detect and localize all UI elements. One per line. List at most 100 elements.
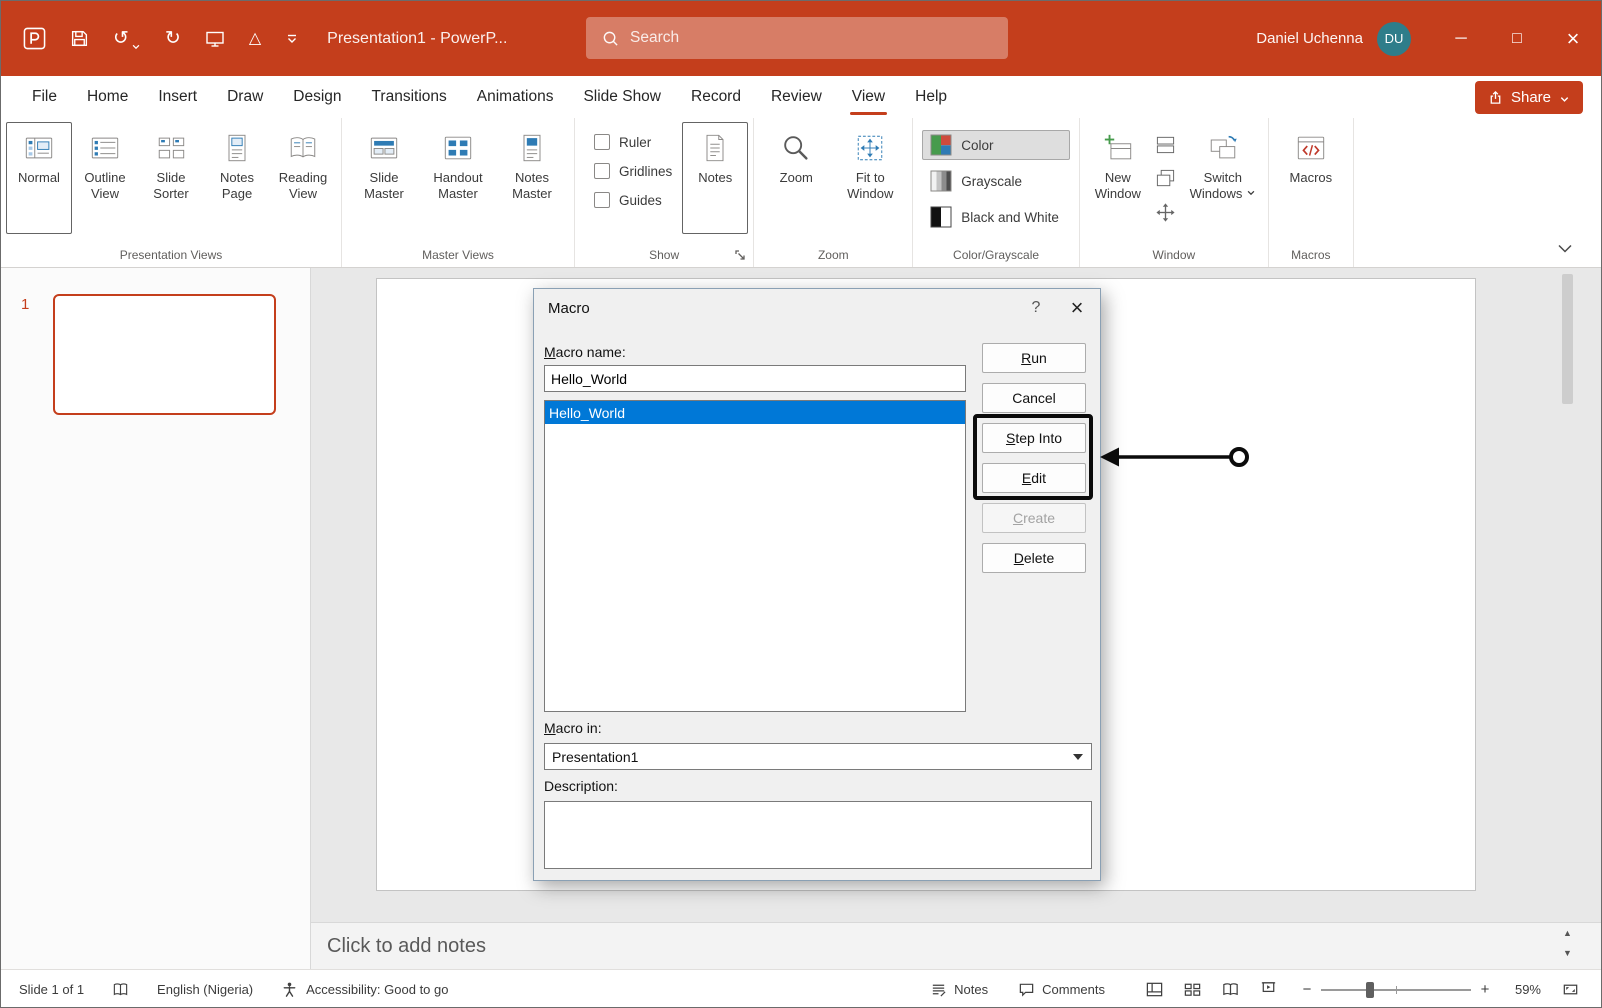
move-split-icon[interactable] — [1154, 200, 1178, 224]
undo-dropdown-chevron-icon[interactable] — [131, 39, 141, 48]
tab-slide-show[interactable]: Slide Show — [568, 76, 676, 118]
ruler-checkbox[interactable]: Ruler — [594, 134, 672, 150]
notes-page-button[interactable]: Notes Page — [204, 122, 270, 234]
gridlines-checkbox-box[interactable] — [594, 163, 610, 179]
slide-number: 1 — [21, 296, 29, 313]
search-input[interactable] — [630, 29, 950, 47]
slide-sorter-button[interactable]: Slide Sorter — [138, 122, 204, 234]
notes-placeholder[interactable]: Click to add notes — [327, 935, 486, 958]
next-slide-arrow-icon[interactable]: ▼ — [1560, 945, 1575, 961]
avatar[interactable]: DU — [1377, 22, 1411, 56]
ruler-checkbox-box[interactable] — [594, 134, 610, 150]
cascade-icon[interactable] — [1154, 166, 1178, 190]
delete-button[interactable]: Delete — [982, 543, 1086, 573]
switch-windows-button[interactable]: Switch Windows — [1183, 122, 1263, 234]
save-icon[interactable] — [70, 29, 89, 48]
notes-master-label: Notes Master — [496, 170, 568, 202]
guides-checkbox-box[interactable] — [594, 192, 610, 208]
normal-view-label: Normal — [18, 170, 60, 186]
slide-sorter-statusbar-icon[interactable] — [1173, 970, 1211, 1008]
macro-list[interactable]: Hello_World — [544, 400, 966, 712]
previous-slide-arrow-icon[interactable]: ▲ — [1560, 925, 1575, 941]
dialog-help-button[interactable]: ? — [1018, 299, 1054, 317]
slide-master-icon — [367, 131, 401, 165]
macro-in-dropdown[interactable]: Presentation1 — [544, 743, 1092, 770]
tab-review[interactable]: Review — [756, 76, 837, 118]
description-textarea[interactable] — [544, 801, 1092, 869]
maximize-button[interactable]: □ — [1489, 1, 1545, 76]
group-label-show: Show — [575, 248, 753, 262]
normal-view-button[interactable]: Normal — [6, 122, 72, 234]
tab-draw[interactable]: Draw — [212, 76, 278, 118]
zoom-out-button[interactable]: − — [1301, 981, 1313, 998]
slide-master-button[interactable]: Slide Master — [347, 122, 421, 234]
dialog-close-button[interactable]: × — [1054, 289, 1100, 327]
undo-button[interactable]: ↺ — [113, 29, 141, 48]
macro-dialog-titlebar[interactable]: Macro ? × — [534, 289, 1100, 327]
macros-button[interactable]: Macros — [1274, 122, 1348, 234]
run-button[interactable]: Run — [982, 343, 1086, 373]
macro-list-item-selected[interactable]: Hello_World — [545, 401, 965, 424]
show-dialog-launcher-icon[interactable] — [733, 248, 748, 263]
comments-toggle[interactable]: Comments — [1018, 981, 1105, 998]
tab-help[interactable]: Help — [900, 76, 962, 118]
fit-to-window-button[interactable]: Fit to Window — [833, 122, 907, 234]
handout-master-button[interactable]: Handout Master — [421, 122, 495, 234]
zoom-slider[interactable] — [1321, 981, 1471, 999]
guides-checkbox[interactable]: Guides — [594, 192, 672, 208]
notes-master-button[interactable]: Notes Master — [495, 122, 569, 234]
slide-thumbnail-pane: 1 — [1, 268, 311, 969]
zoom-slider-thumb[interactable] — [1366, 982, 1374, 998]
zoom-in-button[interactable]: + — [1479, 981, 1491, 998]
fit-slide-to-window-icon[interactable] — [1551, 970, 1589, 1008]
tab-animations[interactable]: Animations — [462, 76, 569, 118]
dropdown-arrow-icon[interactable] — [1065, 744, 1091, 769]
outline-view-button[interactable]: Outline View — [72, 122, 138, 234]
normal-view-statusbar-icon[interactable] — [1135, 970, 1173, 1008]
zoom-button[interactable]: Zoom — [759, 122, 833, 234]
share-chevron-icon[interactable] — [1559, 92, 1570, 103]
zoom-percentage[interactable]: 59% — [1501, 982, 1541, 997]
arrange-all-icon[interactable] — [1154, 132, 1178, 156]
reading-view-button[interactable]: Reading View — [270, 122, 336, 234]
outline-view-label: Outline View — [73, 170, 137, 202]
tab-view[interactable]: View — [837, 76, 900, 118]
close-button[interactable]: × — [1545, 1, 1601, 76]
macro-name-label: Macro name: — [544, 344, 626, 360]
user-name[interactable]: Daniel Uchenna — [1256, 30, 1363, 47]
share-button[interactable]: Share — [1475, 81, 1583, 114]
notes-pane[interactable]: Click to add notes — [311, 922, 1601, 969]
tab-file[interactable]: File — [17, 76, 72, 118]
slide-thumbnail[interactable] — [53, 294, 276, 415]
search-box[interactable] — [586, 17, 1008, 59]
shape-icon[interactable]: △ — [249, 31, 261, 47]
notes-toggle[interactable]: Notes — [930, 981, 988, 998]
slideshow-statusbar-icon[interactable] — [1249, 970, 1287, 1008]
start-slideshow-icon[interactable] — [205, 29, 225, 49]
black-and-white-button[interactable]: Black and White — [922, 202, 1070, 232]
color-button[interactable]: Color — [922, 130, 1070, 160]
macro-name-input[interactable] — [544, 365, 966, 392]
reading-view-statusbar-icon[interactable] — [1211, 970, 1249, 1008]
tab-insert[interactable]: Insert — [143, 76, 212, 118]
proofing-icon[interactable] — [112, 981, 129, 998]
minimize-button[interactable]: ─ — [1433, 1, 1489, 76]
redo-icon[interactable]: ↻ — [165, 29, 181, 48]
tab-transitions[interactable]: Transitions — [357, 76, 462, 118]
customize-toolbar-chevron-icon[interactable] — [285, 32, 299, 46]
language-indicator[interactable]: English (Nigeria) — [157, 982, 253, 997]
accessibility-status[interactable]: Accessibility: Good to go — [281, 981, 448, 998]
slide-sorter-label: Slide Sorter — [139, 170, 203, 202]
gridlines-checkbox[interactable]: Gridlines — [594, 163, 672, 179]
collapse-ribbon-chevron-icon[interactable] — [1555, 242, 1577, 257]
macros-label: Macros — [1290, 170, 1333, 186]
scrollbar-thumb[interactable] — [1562, 274, 1573, 404]
vertical-scrollbar[interactable]: ▲ ▼ — [1560, 272, 1575, 965]
tab-design[interactable]: Design — [278, 76, 356, 118]
new-window-button[interactable]: New Window — [1085, 122, 1151, 234]
grayscale-button[interactable]: Grayscale — [922, 166, 1070, 196]
notes-toggle-button[interactable]: Notes — [682, 122, 748, 234]
tab-home[interactable]: Home — [72, 76, 143, 118]
cancel-button[interactable]: Cancel — [982, 383, 1086, 413]
tab-record[interactable]: Record — [676, 76, 756, 118]
